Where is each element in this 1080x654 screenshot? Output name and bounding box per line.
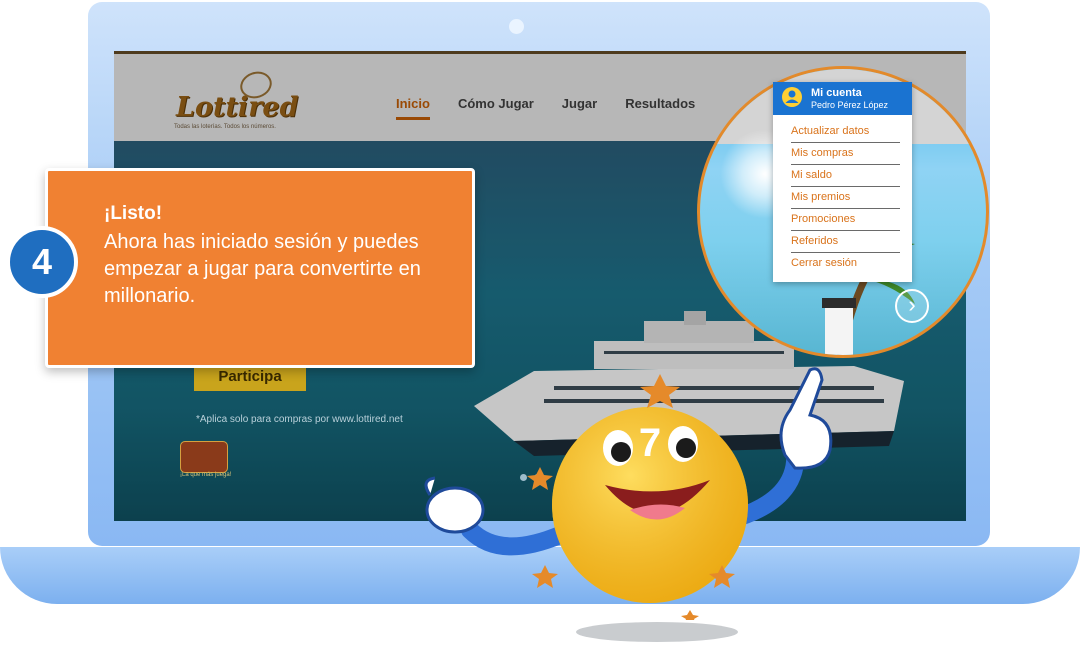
menu-item-cerrar-sesion[interactable]: Cerrar sesión: [791, 253, 900, 274]
menu-item-actualizar-datos[interactable]: Actualizar datos: [791, 121, 900, 143]
mini-logo-tagline: ¡La que más juega!: [180, 472, 232, 478]
callout-title: ¡Listo!: [104, 203, 163, 224]
mascot-shadow: [576, 622, 738, 642]
account-username: Pedro Pérez López: [811, 100, 889, 110]
laptop-camera: [509, 19, 524, 34]
step-callout: ¡Listo! Ahora has iniciado sesión y pued…: [45, 168, 475, 368]
hero-disclaimer: *Aplica solo para compras por www.lottir…: [196, 414, 403, 425]
nav-item-como-jugar[interactable]: Cómo Jugar: [458, 96, 534, 120]
account-dropdown: Mi cuenta Pedro Pérez López Actualizar d…: [773, 82, 912, 282]
menu-item-referidos[interactable]: Referidos: [791, 231, 900, 253]
mascot-number: 7: [639, 421, 661, 465]
left-hand-icon: [424, 476, 485, 534]
chevron-right-icon[interactable]: ›: [895, 289, 929, 323]
step-number-badge: 4: [6, 226, 78, 298]
pointing-hand-icon: [779, 367, 833, 470]
callout-body: Ahora has iniciado sesión y puedes empez…: [104, 231, 421, 307]
user-avatar-icon: [782, 87, 802, 107]
main-nav: Inicio Cómo Jugar Jugar Resultados: [396, 96, 723, 120]
site-logo[interactable]: Lottired: [176, 92, 298, 123]
nav-item-resultados[interactable]: Resultados: [625, 96, 695, 120]
mascot-ball-character: 7: [424, 367, 833, 620]
account-header[interactable]: Mi cuenta Pedro Pérez López: [773, 82, 912, 115]
ship-funnel-image: [822, 298, 856, 355]
logo-tagline: Todas las loterías. Todos los números.: [174, 124, 276, 130]
menu-item-mis-compras[interactable]: Mis compras: [791, 143, 900, 165]
menu-item-mi-saldo[interactable]: Mi saldo: [791, 165, 900, 187]
menu-item-mis-premios[interactable]: Mis premios: [791, 187, 900, 209]
nav-item-inicio[interactable]: Inicio: [396, 96, 430, 120]
nav-item-jugar[interactable]: Jugar: [562, 96, 597, 120]
menu-item-promociones[interactable]: Promociones: [791, 209, 900, 231]
lottery-mini-logo: [180, 441, 228, 473]
account-title: Mi cuenta: [811, 87, 862, 99]
account-menu-list: Actualizar datos Mis compras Mi saldo Mi…: [773, 115, 912, 274]
